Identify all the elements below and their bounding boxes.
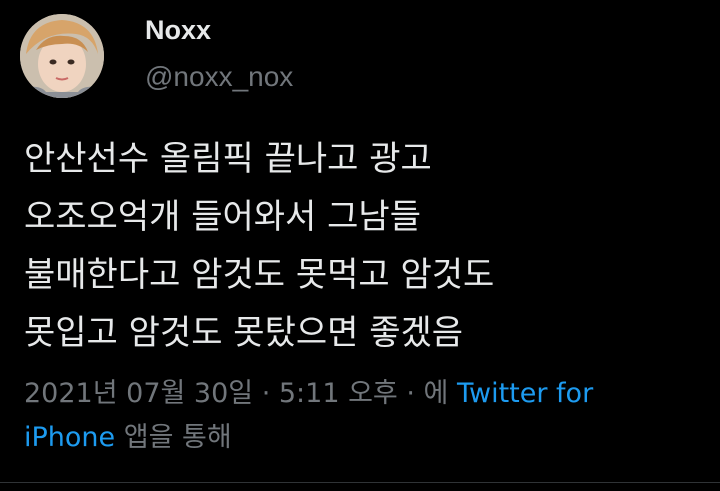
tweet-text-line: 불매한다고 암것도 못먹고 암것도 [24,255,495,295]
profile-photo-icon [20,14,104,98]
avatar[interactable] [20,14,104,98]
tweet-time[interactable]: 5:11 오후 [279,378,398,409]
source-app-link[interactable]: Twitter for [457,378,593,409]
tweet-text-line: 오조오억개 들어와서 그남들 [24,197,421,237]
via-prefix: 에 [423,378,457,409]
via-suffix: 앱을 통해 [115,422,232,453]
meta-separator: · [253,378,279,409]
tweet-text-line: 안산선수 올림픽 끝나고 광고 [24,139,432,179]
tweet-metadata-line-1: 2021년 07월 30일 · 5:11 오후 · 에 Twitter for [24,372,704,416]
tweet: Noxx @noxx_nox 안산선수 올림픽 끝나고 광고 오조오억개 들어와… [0,0,720,491]
author-handle[interactable]: @noxx_nox [145,59,293,95]
divider [0,482,720,483]
author-display-name[interactable]: Noxx [145,12,211,48]
tweet-text-line: 못입고 암것도 못탔으면 좋겠음 [24,313,464,353]
meta-separator: · [397,378,424,409]
tweet-metadata: 2021년 07월 30일 · 5:11 오후 · 에 Twitter for … [24,372,704,460]
tweet-metadata-line-2: iPhone 앱을 통해 [24,416,704,460]
source-app-link-continued[interactable]: iPhone [24,422,115,453]
tweet-text: 안산선수 올림픽 끝나고 광고 오조오억개 들어와서 그남들 불매한다고 암것도… [24,130,704,362]
tweet-date[interactable]: 2021년 07월 30일 [24,378,253,409]
